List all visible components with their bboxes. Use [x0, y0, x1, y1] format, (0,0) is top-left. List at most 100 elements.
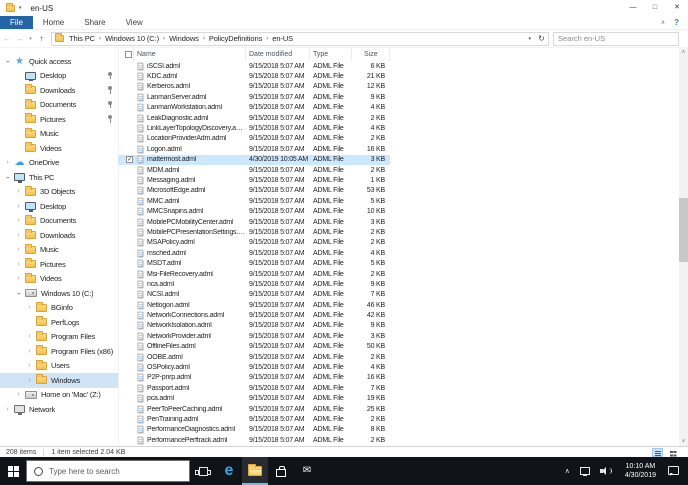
- taskbar-search-input[interactable]: [49, 466, 179, 476]
- file-row[interactable]: ✓ mattermost.adml 4/30/2019 10:05 AM ADML F…: [118, 154, 390, 165]
- file-row[interactable]: iSCSI.adml 9/15/2018 5:07 AM ADML File 6 KB: [118, 61, 390, 71]
- file-row[interactable]: Kerberos.adml 9/15/2018 5:07 AM ADML File 1…: [118, 82, 390, 92]
- chevron-right-icon[interactable]: ›: [25, 304, 34, 311]
- file-row[interactable]: MMCSnapins.adml 9/15/2018 5:07 AM ADML Fil…: [118, 206, 390, 216]
- back-button[interactable]: ←: [0, 34, 13, 43]
- network-tray-button[interactable]: [575, 457, 595, 485]
- taskbar-search-box[interactable]: [26, 460, 190, 482]
- column-header-size[interactable]: Size: [352, 48, 390, 61]
- file-row[interactable]: nca.adml 9/15/2018 5:07 AM ADML File 9 KB: [118, 279, 390, 289]
- collapse-ribbon-icon[interactable]: ∧: [661, 19, 665, 26]
- file-row[interactable]: MicrosoftEdge.adml 9/15/2018 5:07 AM ADML …: [118, 186, 390, 196]
- sidebar-item-pictures[interactable]: › Pictures: [0, 257, 118, 272]
- file-row[interactable]: Logon.adml 9/15/2018 5:07 AM ADML File 16 K…: [118, 144, 390, 154]
- refresh-icon[interactable]: ↻: [535, 34, 548, 43]
- action-center-button[interactable]: [663, 457, 684, 485]
- sidebar-item-perflogs[interactable]: PerfLogs: [0, 315, 118, 330]
- sidebar-item-program-files-x86[interactable]: › Program Files (x86): [0, 344, 118, 359]
- sidebar-item-videos[interactable]: › Videos: [0, 272, 118, 287]
- taskbar-mail-button[interactable]: ✉: [294, 457, 320, 485]
- chevron-right-icon[interactable]: ›: [25, 348, 34, 355]
- chevron-right-icon[interactable]: ›: [14, 246, 23, 253]
- chevron-right-icon[interactable]: ›: [25, 333, 34, 340]
- file-row[interactable]: MSDT.adml 9/15/2018 5:07 AM ADML File 5 KB: [118, 258, 390, 268]
- file-row[interactable]: LinkLayerTopologyDiscovery.adml 9/15/2018…: [118, 123, 390, 133]
- chevron-down-icon[interactable]: ›: [15, 289, 22, 298]
- file-row[interactable]: OfflineFiles.adml 9/15/2018 5:07 AM ADML F…: [118, 342, 390, 352]
- file-row[interactable]: MobilePCMobilityCenter.adml 9/15/2018 5:0…: [118, 217, 390, 227]
- chevron-right-icon[interactable]: ›: [14, 275, 23, 282]
- file-row[interactable]: LocationProviderAdm.adml 9/15/2018 5:07 A…: [118, 134, 390, 144]
- file-row[interactable]: OSPolicy.adml 9/15/2018 5:07 AM ADML File 4…: [118, 362, 390, 372]
- chevron-right-icon[interactable]: ›: [14, 261, 23, 268]
- chevron-right-icon[interactable]: ›: [25, 362, 34, 369]
- scrollbar-thumb[interactable]: [679, 198, 688, 262]
- sidebar-item-pictures[interactable]: Pictures: [0, 112, 118, 127]
- file-row[interactable]: Netlogon.adml 9/15/2018 5:07 AM ADML File 4…: [118, 300, 390, 310]
- search-input[interactable]: [554, 34, 678, 43]
- breadcrumb-item[interactable]: PolicyDefinitions: [207, 34, 264, 43]
- address-dropdown-icon[interactable]: ▾: [524, 36, 535, 42]
- file-row[interactable]: NetworkIsolation.adml 9/15/2018 5:07 AM AD…: [118, 321, 390, 331]
- ribbon-tab-home[interactable]: Home: [33, 16, 74, 29]
- file-row[interactable]: msched.adml 9/15/2018 5:07 AM ADML File 4 K…: [118, 248, 390, 258]
- forward-button[interactable]: →: [13, 34, 26, 43]
- file-row[interactable]: MDM.adml 9/15/2018 5:07 AM ADML File 2 KB: [118, 165, 390, 175]
- file-row[interactable]: NCSI.adml 9/15/2018 5:07 AM ADML File 7 KB: [118, 290, 390, 300]
- taskbar-explorer-button[interactable]: [242, 457, 268, 485]
- recent-locations-dropdown-icon[interactable]: ▾: [26, 36, 35, 42]
- file-row[interactable]: LanmanWorkstation.adml 9/15/2018 5:07 AM A…: [118, 103, 390, 113]
- scroll-up-icon[interactable]: ∧: [679, 48, 688, 57]
- close-button[interactable]: ✕: [666, 0, 688, 15]
- sidebar-item-desktop[interactable]: › Desktop: [0, 199, 118, 214]
- file-row[interactable]: KDC.adml 9/15/2018 5:07 AM ADML File 21 KB: [118, 71, 390, 81]
- large-icons-view-button[interactable]: [667, 448, 678, 457]
- sidebar-item-home-on-mac-z[interactable]: › Home on 'Mac' (Z:): [0, 388, 118, 403]
- breadcrumb-item[interactable]: Windows 10 (C:): [103, 34, 161, 43]
- chevron-down-icon[interactable]: ›: [4, 173, 11, 182]
- chevron-right-icon[interactable]: ›: [3, 406, 12, 413]
- chevron-right-icon[interactable]: ›: [14, 391, 23, 398]
- sidebar-item-program-files[interactable]: › Program Files: [0, 330, 118, 345]
- help-icon[interactable]: ?: [674, 18, 679, 27]
- file-row[interactable]: Passport.adml 9/15/2018 5:07 AM ADML File 7…: [118, 383, 390, 393]
- file-row[interactable]: NetworkConnections.adml 9/15/2018 5:07 AM…: [118, 310, 390, 320]
- file-row[interactable]: Messaging.adml 9/15/2018 5:07 AM ADML File…: [118, 175, 390, 185]
- file-row[interactable]: PerformanceDiagnostics.adml 9/15/2018 5:0…: [118, 425, 390, 435]
- file-row[interactable]: P2P-pnrp.adml 9/15/2018 5:07 AM ADML File 1…: [118, 373, 390, 383]
- minimize-button[interactable]: —: [622, 0, 644, 15]
- column-header-name[interactable]: Name: [134, 48, 246, 61]
- chevron-right-icon[interactable]: ›: [3, 159, 12, 166]
- chevron-right-icon[interactable]: ›: [14, 188, 23, 195]
- sidebar-item-music[interactable]: Music: [0, 127, 118, 142]
- start-button[interactable]: [0, 457, 26, 485]
- sidebar-item-downloads[interactable]: Downloads: [0, 83, 118, 98]
- file-row[interactable]: LanmanServer.adml 9/15/2018 5:07 AM ADML F…: [118, 92, 390, 102]
- file-row[interactable]: LeakDiagnostic.adml 9/15/2018 5:07 AM ADML…: [118, 113, 390, 123]
- column-header-type[interactable]: Type: [310, 48, 352, 61]
- quick-access-toolbar-dropdown-icon[interactable]: ▾: [19, 5, 22, 11]
- sidebar-item-users[interactable]: › Users: [0, 359, 118, 374]
- sidebar-item-network[interactable]: › Network: [0, 402, 118, 417]
- sidebar-item-windows[interactable]: › Windows: [0, 373, 118, 388]
- volume-tray-button[interactable]: [595, 457, 618, 485]
- file-row[interactable]: MMC.adml 9/15/2018 5:07 AM ADML File 5 KB: [118, 196, 390, 206]
- file-row[interactable]: OOBE.adml 9/15/2018 5:07 AM ADML File 2 KB: [118, 352, 390, 362]
- scroll-down-icon[interactable]: ∨: [679, 437, 688, 446]
- file-row[interactable]: pca.adml 9/15/2018 5:07 AM ADML File 19 KB: [118, 394, 390, 404]
- hidden-icons-button[interactable]: ∧: [560, 457, 575, 485]
- sidebar-item-this-pc[interactable]: › This PC: [0, 170, 118, 185]
- sidebar-item-quick-access[interactable]: › ★ Quick access: [0, 54, 118, 69]
- details-view-button[interactable]: [652, 447, 663, 457]
- sidebar-item-desktop[interactable]: Desktop: [0, 69, 118, 84]
- item-checkbox[interactable]: ✓: [126, 156, 133, 164]
- column-header-date-modified[interactable]: Date modified: [246, 48, 310, 61]
- chevron-right-icon[interactable]: ›: [14, 203, 23, 210]
- sidebar-item-windows-10-c[interactable]: › Windows 10 (C:): [0, 286, 118, 301]
- file-row[interactable]: PenTraining.adml 9/15/2018 5:07 AM ADML Fi…: [118, 414, 390, 424]
- select-all-checkbox[interactable]: [125, 51, 132, 58]
- sidebar-item-documents[interactable]: Documents: [0, 98, 118, 113]
- file-row[interactable]: PerformancePerftrack.adml 9/15/2018 5:07 …: [118, 435, 390, 445]
- file-row[interactable]: MSAPolicy.adml 9/15/2018 5:07 AM ADML File…: [118, 238, 390, 248]
- breadcrumb-item[interactable]: This PC: [67, 34, 97, 43]
